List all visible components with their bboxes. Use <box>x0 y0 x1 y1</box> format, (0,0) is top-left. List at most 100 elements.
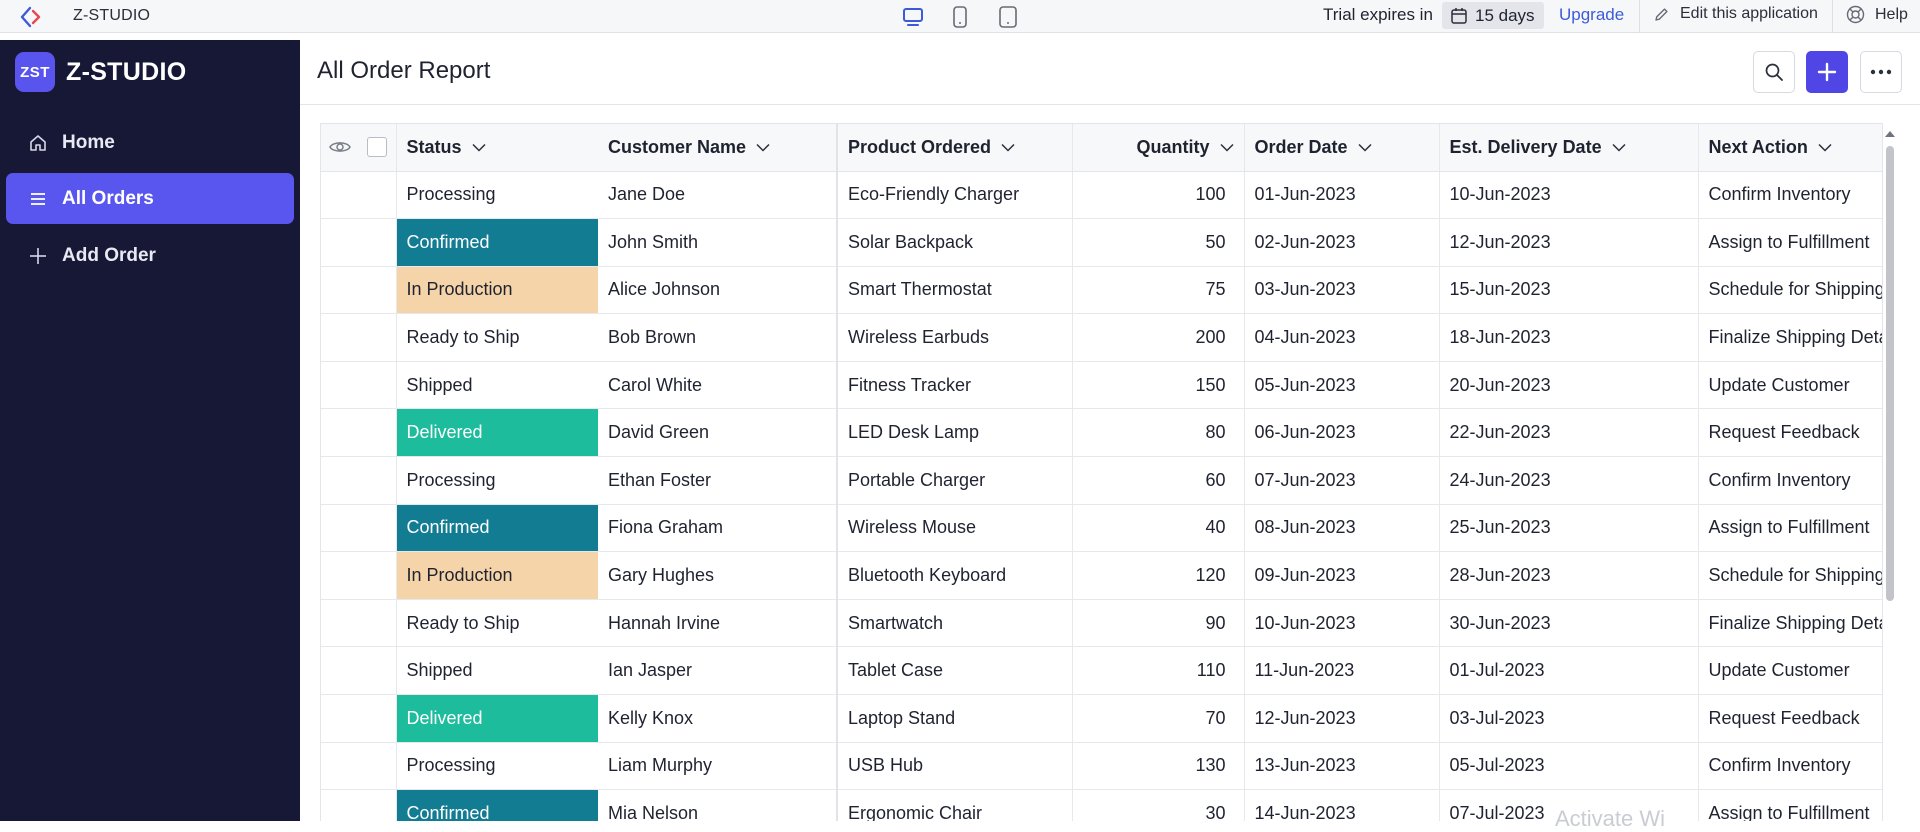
next-action-cell[interactable]: Update Customer <box>1697 361 1882 410</box>
table-row[interactable]: Confirmed John Smith Solar Backpack 50 02-Ju… <box>321 218 1882 267</box>
row-action-cell[interactable] <box>321 218 359 267</box>
column-header-customer-name[interactable]: Customer Name <box>598 124 837 172</box>
row-action-cell[interactable] <box>321 408 359 458</box>
sidebar-item-all-orders[interactable]: All Orders <box>6 173 294 224</box>
column-header-next-action[interactable]: Next Action <box>1697 124 1882 172</box>
brand[interactable]: ZST Z-STUDIO <box>15 52 186 92</box>
delivery-date-cell[interactable]: 01-Jul-2023 <box>1438 646 1698 696</box>
table-row[interactable]: Processing Jane Doe Eco-Friendly Charger 10… <box>321 171 1882 220</box>
quantity-cell[interactable]: 130 <box>1071 742 1244 791</box>
product-cell[interactable]: Laptop Stand <box>836 694 1072 743</box>
order-date-cell[interactable]: 07-Jun-2023 <box>1243 456 1439 505</box>
customer-name-cell[interactable]: Gary Hughes <box>598 551 837 600</box>
order-date-cell[interactable]: 06-Jun-2023 <box>1243 408 1439 458</box>
product-cell[interactable]: Solar Backpack <box>836 218 1072 267</box>
row-action-cell[interactable] <box>321 694 359 743</box>
phone-icon[interactable] <box>948 5 972 29</box>
table-row[interactable]: Delivered David Green LED Desk Lamp 80 06-Ju… <box>321 408 1882 458</box>
order-date-cell[interactable]: 08-Jun-2023 <box>1243 504 1439 553</box>
customer-name-cell[interactable]: Fiona Graham <box>598 504 837 553</box>
status-cell[interactable]: Ready to Ship <box>395 599 598 648</box>
quantity-cell[interactable]: 75 <box>1071 266 1244 315</box>
delivery-date-cell[interactable]: 15-Jun-2023 <box>1438 266 1698 315</box>
order-date-cell[interactable]: 13-Jun-2023 <box>1243 742 1439 791</box>
order-date-cell[interactable]: 05-Jun-2023 <box>1243 361 1439 410</box>
product-cell[interactable]: Wireless Mouse <box>836 504 1072 553</box>
row-select-cell[interactable] <box>359 742 396 791</box>
chevron-down-icon[interactable] <box>1818 143 1832 152</box>
next-action-cell[interactable]: Schedule for Shipping <box>1697 266 1882 315</box>
next-action-cell[interactable]: Schedule for Shipping <box>1697 551 1882 600</box>
chevron-down-icon[interactable] <box>1358 143 1372 152</box>
status-cell[interactable]: Confirmed <box>395 504 598 553</box>
row-action-cell[interactable] <box>321 551 359 600</box>
next-action-cell[interactable]: Update Customer <box>1697 646 1882 696</box>
delivery-date-cell[interactable]: 28-Jun-2023 <box>1438 551 1698 600</box>
chevron-down-icon[interactable] <box>756 143 770 152</box>
row-action-cell[interactable] <box>321 742 359 791</box>
customer-name-cell[interactable]: Carol White <box>598 361 837 410</box>
quantity-cell[interactable]: 200 <box>1071 313 1244 362</box>
eye-icon[interactable] <box>329 139 351 155</box>
chevron-down-icon[interactable] <box>1612 143 1626 152</box>
column-header-order-date[interactable]: Order Date <box>1243 124 1439 172</box>
row-select-cell[interactable] <box>359 218 396 267</box>
delivery-date-cell[interactable]: 20-Jun-2023 <box>1438 361 1698 410</box>
quantity-cell[interactable]: 110 <box>1071 646 1244 696</box>
status-cell[interactable]: Delivered <box>395 408 598 458</box>
quantity-cell[interactable]: 120 <box>1071 551 1244 600</box>
status-cell[interactable]: Processing <box>395 742 598 791</box>
quantity-cell[interactable]: 150 <box>1071 361 1244 410</box>
order-date-cell[interactable]: 04-Jun-2023 <box>1243 313 1439 362</box>
order-date-cell[interactable]: 02-Jun-2023 <box>1243 218 1439 267</box>
quantity-cell[interactable]: 80 <box>1071 408 1244 458</box>
product-cell[interactable]: Wireless Earbuds <box>836 313 1072 362</box>
quantity-cell[interactable]: 40 <box>1071 504 1244 553</box>
row-action-cell[interactable] <box>321 504 359 553</box>
product-cell[interactable]: Tablet Case <box>836 646 1072 696</box>
customer-name-cell[interactable]: Ian Jasper <box>598 646 837 696</box>
row-action-cell[interactable] <box>321 599 359 648</box>
next-action-cell[interactable]: Assign to Fulfillment <box>1697 504 1882 553</box>
quantity-cell[interactable]: 70 <box>1071 694 1244 743</box>
scroll-up-arrow-icon[interactable] <box>1885 131 1895 137</box>
scrollbar-thumb[interactable] <box>1886 146 1894 601</box>
next-action-cell[interactable]: Confirm Inventory <box>1697 456 1882 505</box>
select-all-header[interactable] <box>359 124 396 172</box>
column-header-quantity[interactable]: Quantity <box>1071 124 1244 172</box>
delivery-date-cell[interactable]: 24-Jun-2023 <box>1438 456 1698 505</box>
delivery-date-cell[interactable]: 22-Jun-2023 <box>1438 408 1698 458</box>
product-cell[interactable]: LED Desk Lamp <box>836 408 1072 458</box>
column-header-status[interactable]: Status <box>395 124 598 172</box>
select-all-checkbox[interactable] <box>367 137 388 158</box>
status-cell[interactable]: Ready to Ship <box>395 313 598 362</box>
customer-name-cell[interactable]: Mia Nelson <box>598 789 837 821</box>
row-select-cell[interactable] <box>359 313 396 362</box>
column-header-product-ordered[interactable]: Product Ordered <box>836 124 1072 172</box>
status-cell[interactable]: Shipped <box>395 646 598 696</box>
quantity-cell[interactable]: 100 <box>1071 171 1244 220</box>
product-cell[interactable]: Eco-Friendly Charger <box>836 171 1072 220</box>
status-cell[interactable]: Confirmed <box>395 218 598 267</box>
order-date-cell[interactable]: 12-Jun-2023 <box>1243 694 1439 743</box>
order-date-cell[interactable]: 11-Jun-2023 <box>1243 646 1439 696</box>
customer-name-cell[interactable]: Liam Murphy <box>598 742 837 791</box>
row-action-cell[interactable] <box>321 313 359 362</box>
delivery-date-cell[interactable]: 12-Jun-2023 <box>1438 218 1698 267</box>
next-action-cell[interactable]: Request Feedback <box>1697 408 1882 458</box>
row-select-cell[interactable] <box>359 504 396 553</box>
row-select-cell[interactable] <box>359 171 396 220</box>
product-cell[interactable]: Bluetooth Keyboard <box>836 551 1072 600</box>
quantity-cell[interactable]: 60 <box>1071 456 1244 505</box>
table-row[interactable]: In Production Alice Johnson Smart Thermost… <box>321 266 1882 315</box>
row-action-cell[interactable] <box>321 646 359 696</box>
next-action-cell[interactable]: Finalize Shipping Deta <box>1697 599 1882 648</box>
product-cell[interactable]: Ergonomic Chair <box>836 789 1072 821</box>
customer-name-cell[interactable]: Kelly Knox <box>598 694 837 743</box>
customer-name-cell[interactable]: John Smith <box>598 218 837 267</box>
row-action-cell[interactable] <box>321 361 359 410</box>
quantity-cell[interactable]: 50 <box>1071 218 1244 267</box>
next-action-cell[interactable]: Assign to Fulfillment <box>1697 218 1882 267</box>
customer-name-cell[interactable]: Ethan Foster <box>598 456 837 505</box>
status-cell[interactable]: Delivered <box>395 694 598 743</box>
